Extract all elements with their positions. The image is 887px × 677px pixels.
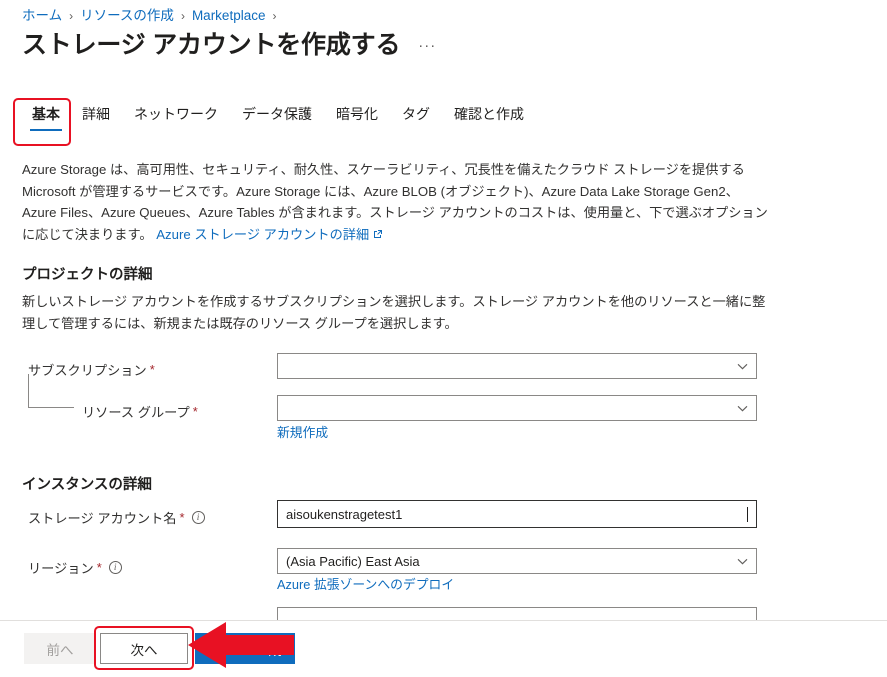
tab-advanced[interactable]: 詳細 bbox=[70, 104, 122, 132]
region-label: リージョン * i bbox=[28, 558, 122, 577]
next-button[interactable]: 次へ bbox=[100, 633, 188, 664]
breadcrumb-item-home[interactable]: ホーム bbox=[22, 7, 62, 25]
breadcrumb-separator-icon: › bbox=[69, 9, 74, 23]
resource-group-label-text: リソース グループ bbox=[82, 405, 190, 420]
storage-account-name-label: ストレージ アカウント名 * i bbox=[28, 508, 205, 527]
instance-details-heading: インスタンスの詳細 bbox=[22, 477, 152, 493]
required-marker: * bbox=[192, 404, 198, 419]
region-value: (Asia Pacific) East Asia bbox=[286, 553, 420, 569]
resource-group-label: リソース グループ * bbox=[82, 402, 198, 421]
text-cursor bbox=[747, 506, 748, 522]
info-icon[interactable]: i bbox=[108, 561, 122, 574]
external-link-icon bbox=[373, 229, 383, 239]
required-marker: * bbox=[179, 510, 185, 525]
subscription-dropdown[interactable] bbox=[277, 353, 757, 379]
region-label-text: リージョン bbox=[28, 561, 94, 576]
page-title-row: ストレージ アカウントを作成する ··· bbox=[22, 29, 436, 61]
learn-more-label: Azure ストレージ アカウントの詳細 bbox=[156, 226, 370, 242]
breadcrumb-item-create-resource[interactable]: リソースの作成 bbox=[80, 7, 174, 25]
deploy-to-edge-zone-link[interactable]: Azure 拡張ゾーンへのデプロイ bbox=[277, 574, 454, 593]
tab-tags[interactable]: タグ bbox=[390, 104, 442, 132]
chevron-down-icon bbox=[737, 361, 748, 372]
tab-bar: 基本 詳細 ネットワーク データ保護 暗号化 タグ 確認と作成 bbox=[22, 104, 536, 138]
tab-networking[interactable]: ネットワーク bbox=[122, 104, 230, 132]
region-dropdown[interactable]: (Asia Pacific) East Asia bbox=[277, 548, 757, 574]
footer-command-bar: 前へ 次へ 成 bbox=[0, 620, 887, 677]
breadcrumb-item-marketplace[interactable]: Marketplace bbox=[192, 7, 266, 25]
required-marker: * bbox=[96, 560, 102, 575]
intro-text: Azure Storage は、高可用性、セキュリティ、耐久性、スケーラビリティ… bbox=[22, 162, 768, 242]
breadcrumb-separator-icon: › bbox=[272, 9, 277, 23]
tab-basics[interactable]: 基本 bbox=[22, 104, 70, 132]
storage-account-name-input[interactable]: aisoukenstragetest1 bbox=[277, 500, 757, 528]
chevron-down-icon bbox=[737, 403, 748, 414]
learn-more-storage-account-link[interactable]: Azure ストレージ アカウントの詳細 bbox=[156, 226, 383, 242]
info-icon[interactable]: i bbox=[191, 511, 205, 524]
project-details-description: 新しいストレージ アカウントを作成するサブスクリプションを選択します。ストレージ… bbox=[22, 294, 766, 331]
page-title: ストレージ アカウントを作成する bbox=[22, 31, 401, 59]
tab-encryption[interactable]: 暗号化 bbox=[324, 104, 390, 132]
resource-group-dropdown[interactable] bbox=[277, 395, 757, 421]
review-create-button[interactable]: 成 bbox=[195, 633, 295, 664]
project-details-heading: プロジェクトの詳細 bbox=[22, 267, 153, 283]
breadcrumb-separator-icon: › bbox=[180, 9, 185, 23]
intro-paragraph: Azure Storage は、高可用性、セキュリティ、耐久性、スケーラビリティ… bbox=[22, 159, 770, 245]
previous-button: 前へ bbox=[24, 633, 96, 664]
more-options-icon[interactable]: ··· bbox=[418, 37, 436, 54]
breadcrumb: ホーム › リソースの作成 › Marketplace › bbox=[22, 7, 283, 25]
chevron-down-icon bbox=[737, 556, 748, 567]
storage-account-name-label-text: ストレージ アカウント名 bbox=[28, 511, 177, 526]
create-new-resource-group-link[interactable]: 新規作成 bbox=[277, 422, 328, 441]
storage-account-name-value: aisoukenstragetest1 bbox=[286, 506, 403, 522]
tab-data-protection[interactable]: データ保護 bbox=[230, 104, 324, 132]
required-marker: * bbox=[149, 362, 155, 377]
tab-review-create[interactable]: 確認と作成 bbox=[442, 104, 536, 132]
resource-group-tree-connector bbox=[28, 374, 74, 408]
